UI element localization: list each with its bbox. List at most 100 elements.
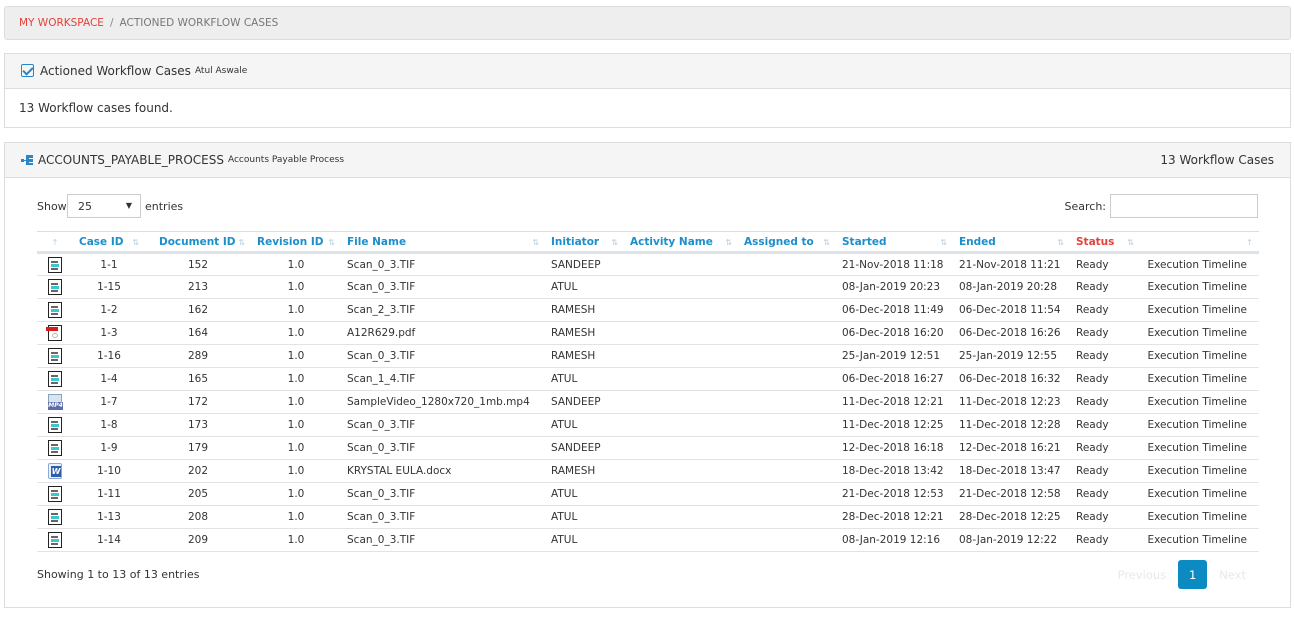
execution-timeline-link[interactable]: Execution Timeline: [1140, 436, 1259, 460]
sort-asc-icon: ↑: [1246, 237, 1253, 247]
started-cell: 11-Dec-2018 12:21: [836, 390, 953, 414]
column-header-case-id[interactable]: Case ID ⇅: [73, 231, 145, 254]
table-row[interactable]: 1-8 173 1.0 Scan_0_3.TIF ATUL 11-Dec-2018 12:…: [37, 413, 1259, 437]
execution-timeline-link[interactable]: Execution Timeline: [1140, 252, 1259, 276]
page-length-select[interactable]: 25 ▼: [67, 194, 141, 218]
table-row[interactable]: 1-4 165 1.0 Scan_1_4.TIF ATUL 06-Dec-2018 16:…: [37, 367, 1259, 391]
document-id-cell: 152: [145, 252, 251, 276]
pagination-previous[interactable]: Previous: [1106, 568, 1179, 582]
table-row[interactable]: 1-9 179 1.0 Scan_0_3.TIF SANDEEP 12-Dec-2018 …: [37, 436, 1259, 460]
execution-timeline-link[interactable]: Execution Timeline: [1140, 367, 1259, 391]
scanned-document-icon[interactable]: [48, 532, 62, 548]
pagination-next[interactable]: Next: [1207, 568, 1258, 582]
started-cell: 25-Jan-2019 12:51: [836, 344, 953, 368]
scanned-document-icon[interactable]: [48, 417, 62, 433]
column-header-activity-name[interactable]: Activity Name ⇅: [624, 231, 738, 254]
status-cell[interactable]: Ready: [1070, 528, 1140, 552]
file-name-cell: SampleVideo_1280x720_1mb.mp4: [341, 390, 545, 414]
revision-id-cell: 1.0: [251, 390, 341, 414]
status-cell[interactable]: Ready: [1070, 390, 1140, 414]
status-cell[interactable]: Ready: [1070, 298, 1140, 322]
column-header-status[interactable]: Status ⇅: [1070, 231, 1140, 254]
execution-timeline-link[interactable]: Execution Timeline: [1140, 413, 1259, 437]
document-id-cell: 173: [145, 413, 251, 437]
status-cell[interactable]: Ready: [1070, 413, 1140, 437]
table-row[interactable]: 1-15 213 1.0 Scan_0_3.TIF ATUL 08-Jan-2019 20…: [37, 275, 1259, 299]
assigned-to-cell: [738, 482, 836, 506]
column-header-ended[interactable]: Ended ⇅: [953, 231, 1070, 254]
status-cell[interactable]: Ready: [1070, 275, 1140, 299]
document-id-cell: 289: [145, 344, 251, 368]
status-cell[interactable]: Ready: [1070, 459, 1140, 483]
execution-timeline-link[interactable]: Execution Timeline: [1140, 482, 1259, 506]
pagination-page-1[interactable]: 1: [1178, 560, 1208, 589]
column-header-assigned-to[interactable]: Assigned to ⇅: [738, 231, 836, 254]
status-cell[interactable]: Ready: [1070, 252, 1140, 276]
column-header-document-id[interactable]: Document ID ⇅: [145, 231, 251, 254]
column-header-started[interactable]: Started ⇅: [836, 231, 953, 254]
column-header-file-name[interactable]: File Name ⇅: [341, 231, 545, 254]
scanned-document-icon[interactable]: [48, 486, 62, 502]
table-row[interactable]: 1-13 208 1.0 Scan_0_3.TIF ATUL 28-Dec-2018 12…: [37, 505, 1259, 529]
scanned-document-icon[interactable]: [48, 279, 62, 295]
table-row[interactable]: 1-2 162 1.0 Scan_2_3.TIF RAMESH 06-Dec-2018 1…: [37, 298, 1259, 322]
file-name-cell: Scan_0_3.TIF: [341, 275, 545, 299]
table-row[interactable]: 1-14 209 1.0 Scan_0_3.TIF ATUL 08-Jan-2019 12…: [37, 528, 1259, 552]
breadcrumb-home-link[interactable]: MY WORKSPACE: [19, 17, 104, 29]
breadcrumb: MY WORKSPACE / ACTIONED WORKFLOW CASES: [4, 6, 1291, 40]
ended-cell: 21-Dec-2018 12:58: [953, 482, 1070, 506]
status-cell[interactable]: Ready: [1070, 482, 1140, 506]
scanned-document-icon[interactable]: [48, 302, 62, 318]
status-cell[interactable]: Ready: [1070, 505, 1140, 529]
scanned-document-icon[interactable]: [48, 509, 62, 525]
file-name-cell: A12R629.pdf: [341, 321, 545, 345]
process-panel: ACCOUNTS_PAYABLE_PROCESS Accounts Payabl…: [4, 142, 1291, 608]
table-row[interactable]: 1-1 152 1.0 Scan_0_3.TIF SANDEEP 21-Nov-2018 …: [37, 252, 1259, 276]
entries-label: entries: [145, 200, 184, 213]
execution-timeline-link[interactable]: Execution Timeline: [1140, 459, 1259, 483]
execution-timeline-link[interactable]: Execution Timeline: [1140, 505, 1259, 529]
scanned-document-icon[interactable]: [48, 348, 62, 364]
assigned-to-cell: [738, 344, 836, 368]
column-header-initiator[interactable]: Initiator ⇅: [545, 231, 624, 254]
table-row[interactable]: MP4 1-7 172 1.0 SampleVideo_1280x720_1mb.mp4…: [37, 390, 1259, 414]
pdf-file-icon[interactable]: [46, 325, 62, 341]
table-row[interactable]: W 1-10 202 1.0 KRYSTAL EULA.docx RAMESH 18-Dec…: [37, 459, 1259, 483]
breadcrumb-separator: /: [109, 17, 114, 29]
execution-timeline-link[interactable]: Execution Timeline: [1140, 321, 1259, 345]
search-input[interactable]: [1110, 194, 1258, 218]
workflow-case-count: 13 Workflow Cases: [1160, 153, 1274, 167]
sort-icon: ⇅: [1127, 238, 1134, 247]
video-file-icon[interactable]: MP4: [48, 394, 63, 410]
file-type-cell: [37, 344, 73, 368]
scanned-document-icon[interactable]: [48, 256, 62, 273]
activity-name-cell: [624, 482, 738, 506]
scanned-document-icon[interactable]: [48, 440, 62, 456]
status-cell[interactable]: Ready: [1070, 321, 1140, 345]
execution-timeline-link[interactable]: Execution Timeline: [1140, 298, 1259, 322]
initiator-cell: RAMESH: [545, 298, 624, 322]
table-row[interactable]: 1-3 164 1.0 A12R629.pdf RAMESH 06-Dec-2018 16…: [37, 321, 1259, 345]
initiator-cell: ATUL: [545, 275, 624, 299]
assigned-to-cell: [738, 413, 836, 437]
table-row[interactable]: 1-16 289 1.0 Scan_0_3.TIF RAMESH 25-Jan-2019 …: [37, 344, 1259, 368]
scanned-document-icon[interactable]: [48, 371, 62, 387]
status-cell[interactable]: Ready: [1070, 367, 1140, 391]
execution-timeline-link[interactable]: Execution Timeline: [1140, 528, 1259, 552]
activity-name-cell: [624, 505, 738, 529]
execution-timeline-link[interactable]: Execution Timeline: [1140, 390, 1259, 414]
column-header-icon[interactable]: ↑: [37, 231, 73, 254]
status-cell[interactable]: Ready: [1070, 344, 1140, 368]
execution-timeline-link[interactable]: Execution Timeline: [1140, 344, 1259, 368]
initiator-cell: ATUL: [545, 528, 624, 552]
table-row[interactable]: 1-11 205 1.0 Scan_0_3.TIF ATUL 21-Dec-2018 12…: [37, 482, 1259, 506]
execution-timeline-link[interactable]: Execution Timeline: [1140, 275, 1259, 299]
file-type-cell: [37, 436, 73, 460]
word-document-icon[interactable]: W: [48, 463, 62, 479]
activity-name-cell: [624, 459, 738, 483]
column-header-action[interactable]: ↑: [1140, 231, 1259, 254]
assigned-to-cell: [738, 275, 836, 299]
sort-icon: ⇅: [823, 238, 830, 247]
status-cell[interactable]: Ready: [1070, 436, 1140, 460]
column-header-revision-id[interactable]: Revision ID ⇅: [251, 231, 341, 254]
